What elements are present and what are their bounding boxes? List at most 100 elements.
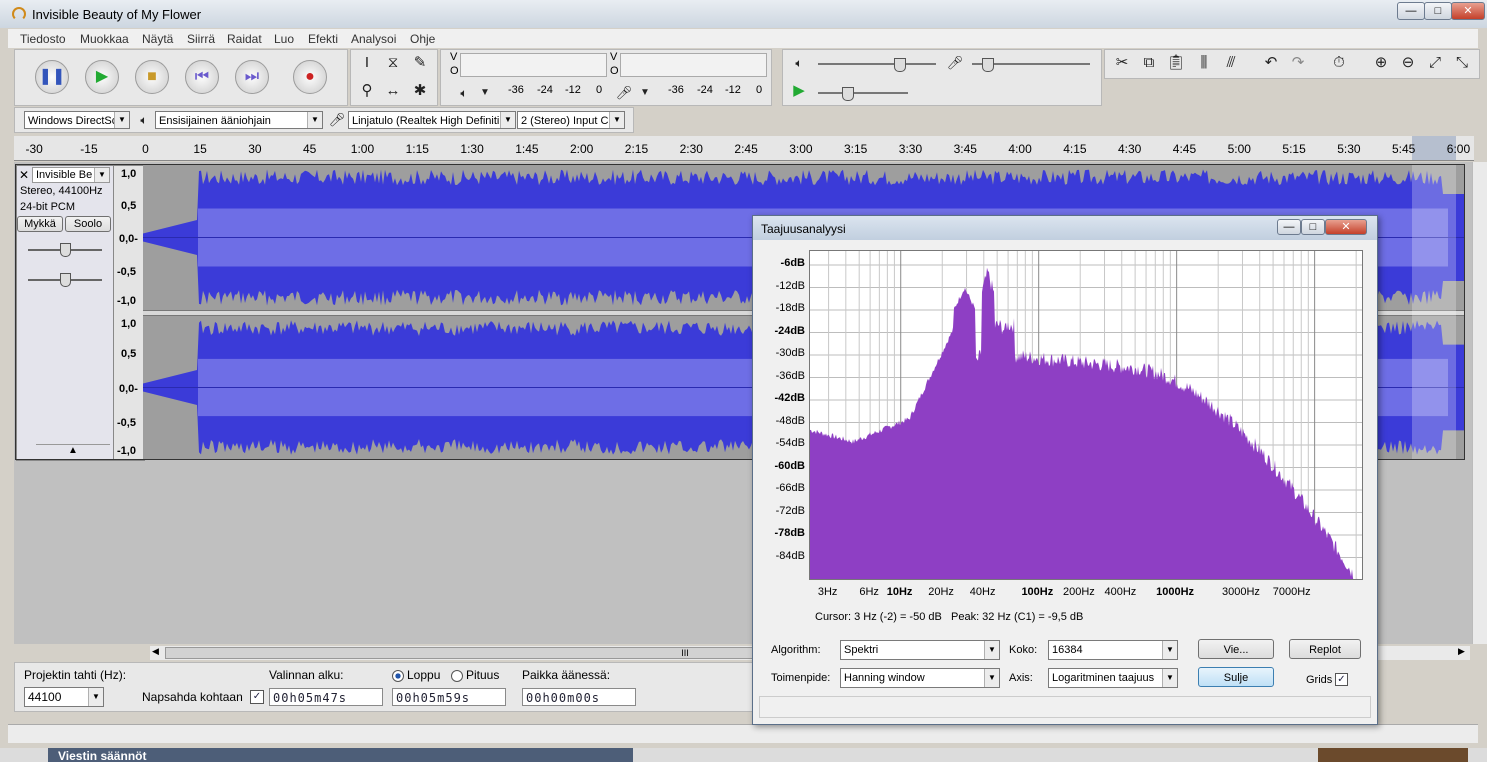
record-meter-bar bbox=[620, 53, 767, 77]
spectrum-x-label: 7000Hz bbox=[1272, 586, 1311, 598]
output-volume-thumb[interactable] bbox=[894, 58, 906, 72]
maximize-button[interactable]: □ bbox=[1424, 2, 1452, 20]
spectrum-y-label: -78dB bbox=[774, 527, 805, 539]
redo-icon[interactable]: ↷ bbox=[1287, 52, 1309, 74]
undo-icon[interactable]: ↶ bbox=[1260, 52, 1282, 74]
menu-tracks[interactable]: Raidat bbox=[227, 32, 262, 46]
meter-play-o: O bbox=[450, 65, 459, 77]
play-tick-2: -24 bbox=[537, 84, 553, 96]
multi-tool-icon[interactable]: ✱ bbox=[409, 80, 431, 102]
project-rate-select[interactable]: 44100 ▼ bbox=[24, 687, 104, 707]
spectrum-x-label: 3Hz bbox=[817, 586, 838, 598]
input-volume-thumb[interactable] bbox=[982, 58, 994, 72]
menu-analyze[interactable]: Analysoi bbox=[351, 32, 396, 46]
menu-view[interactable]: Näytä bbox=[142, 32, 173, 46]
trim-icon[interactable]: ⫼ bbox=[1193, 52, 1215, 74]
zoom-in-icon[interactable]: ⊕ bbox=[1370, 52, 1392, 74]
selection-end-time[interactable]: 00h05m59s bbox=[392, 688, 506, 706]
ruler-tick-label: 1:00 bbox=[350, 142, 375, 156]
pause-button[interactable]: ❚❚ bbox=[35, 60, 69, 94]
skip-end-button[interactable]: ⏭ bbox=[235, 60, 269, 94]
spectrum-y-label: -30dB bbox=[775, 347, 805, 359]
scroll-left-icon[interactable]: ◀ bbox=[152, 646, 159, 657]
spectrum-x-label: 1000Hz bbox=[1156, 586, 1195, 598]
algorithm-select[interactable]: Spektri ▼ bbox=[840, 640, 1000, 660]
replot-button[interactable]: Replot bbox=[1289, 639, 1361, 659]
algorithm-label: Algorithm: bbox=[771, 644, 821, 656]
menu-effect[interactable]: Efekti bbox=[308, 32, 338, 46]
behind-image bbox=[1318, 748, 1468, 762]
vertical-scrollbar[interactable] bbox=[1472, 162, 1487, 644]
play-tick-4: 0 bbox=[596, 84, 603, 96]
export-button[interactable]: Vie... bbox=[1198, 639, 1274, 659]
axis-value: Logaritminen taajuus bbox=[1052, 672, 1155, 684]
spectrum-fill bbox=[810, 267, 1362, 579]
axis-select[interactable]: Logaritminen taajuus ▼ bbox=[1048, 668, 1178, 688]
ruler-tick-label: 0 bbox=[142, 142, 149, 156]
stop-button[interactable]: ■ bbox=[135, 60, 169, 94]
menu-transport[interactable]: Siirrä bbox=[187, 32, 215, 46]
spectrum-y-label: -42dB bbox=[774, 392, 805, 404]
timeshift-tool-icon[interactable]: ↔ bbox=[382, 80, 404, 102]
snap-checkbox[interactable]: ✓ bbox=[250, 690, 264, 704]
dialog-close-button[interactable]: ✕ bbox=[1325, 219, 1367, 235]
silence-icon[interactable]: ⫻ bbox=[1220, 52, 1242, 74]
spectrum-x-label: 6Hz bbox=[859, 586, 879, 598]
length-radio[interactable] bbox=[451, 670, 463, 682]
dialog-minimize-button[interactable]: — bbox=[1277, 219, 1301, 235]
spectrum-y-label: -48dB bbox=[775, 414, 805, 427]
grids-checkbox[interactable]: ✓ bbox=[1335, 673, 1348, 686]
spectrum-plot[interactable] bbox=[809, 250, 1363, 580]
zoom-tool-icon[interactable]: ⚲ bbox=[356, 80, 378, 102]
input-device-select[interactable]: Linjatulo (Realtek High Definiti ▼ bbox=[348, 111, 516, 129]
envelope-tool-icon[interactable]: ⧖ bbox=[382, 52, 404, 74]
copy-icon[interactable]: ⧉ bbox=[1138, 52, 1160, 74]
speed-thumb[interactable] bbox=[842, 87, 854, 101]
play-at-speed-icon[interactable]: ▶ bbox=[788, 80, 810, 102]
spectrum-y-label: -84dB bbox=[775, 549, 805, 562]
draw-tool-icon[interactable]: ✎ bbox=[409, 52, 431, 74]
size-select[interactable]: 16384 ▼ bbox=[1048, 640, 1178, 660]
speaker-icon[interactable]: 🔈︎ bbox=[453, 82, 475, 104]
skip-start-button[interactable]: ⏮ bbox=[185, 60, 219, 94]
selection-tool-icon[interactable]: I bbox=[356, 52, 378, 74]
spectrum-x-label: 20Hz bbox=[928, 586, 954, 598]
record-button[interactable]: ● bbox=[293, 60, 327, 94]
function-select[interactable]: Hanning window ▼ bbox=[840, 668, 1000, 688]
output-device-icon: 🔈︎ bbox=[140, 113, 148, 127]
end-radio[interactable] bbox=[392, 670, 404, 682]
minimize-button[interactable]: — bbox=[1397, 2, 1425, 20]
close-dialog-button[interactable]: Sulje bbox=[1198, 667, 1274, 687]
ruler-tick-label: 1:15 bbox=[405, 142, 429, 156]
audio-position-time[interactable]: 00h00m00s bbox=[522, 688, 636, 706]
output-volume-slider[interactable] bbox=[818, 63, 936, 65]
play-button[interactable]: ▶ bbox=[85, 60, 119, 94]
menu-generate[interactable]: Luo bbox=[274, 32, 294, 46]
scroll-right-icon[interactable]: ▶ bbox=[1458, 646, 1465, 657]
output-volume-icon: 🔈︎ bbox=[795, 56, 803, 70]
axis-label: Axis: bbox=[1009, 672, 1033, 684]
close-button[interactable]: ✕ bbox=[1451, 2, 1485, 20]
menu-edit[interactable]: Muokkaa bbox=[80, 32, 129, 46]
rec-meter-dropdown-icon[interactable]: ▼ bbox=[634, 82, 656, 104]
play-meter-dropdown-icon[interactable]: ▼ bbox=[474, 82, 496, 104]
fit-selection-icon[interactable]: ⤢ bbox=[1424, 52, 1446, 74]
spectrum-x-label: 100Hz bbox=[1021, 586, 1054, 598]
peak-readout: Peak: 32 Hz (C1) = -9,5 dB bbox=[951, 611, 1084, 623]
sync-lock-icon[interactable]: ⏱ bbox=[1328, 52, 1350, 74]
paste-icon[interactable]: 📋︎ bbox=[1165, 52, 1187, 74]
output-device-select[interactable]: Ensisijainen ääniohjain ▼ bbox=[155, 111, 323, 129]
speed-slider[interactable] bbox=[818, 92, 908, 94]
fit-project-icon[interactable]: ⤡ bbox=[1451, 52, 1473, 74]
dialog-maximize-button[interactable]: □ bbox=[1301, 219, 1325, 235]
selection-start-time[interactable]: 00h05m47s bbox=[269, 688, 383, 706]
microphone-icon[interactable]: 🎤︎ bbox=[613, 82, 635, 104]
cut-icon[interactable]: ✂ bbox=[1111, 52, 1133, 74]
host-select[interactable]: Windows DirectSc ▼ bbox=[24, 111, 130, 129]
spectrum-y-label: -6dB bbox=[780, 257, 805, 269]
menu-file[interactable]: Tiedosto bbox=[20, 32, 66, 46]
ruler-tick-label: 6:00 bbox=[1446, 142, 1471, 156]
zoom-out-icon[interactable]: ⊖ bbox=[1397, 52, 1419, 74]
input-channels-select[interactable]: 2 (Stereo) Input C ▼ bbox=[517, 111, 625, 129]
menu-help[interactable]: Ohje bbox=[410, 32, 435, 46]
